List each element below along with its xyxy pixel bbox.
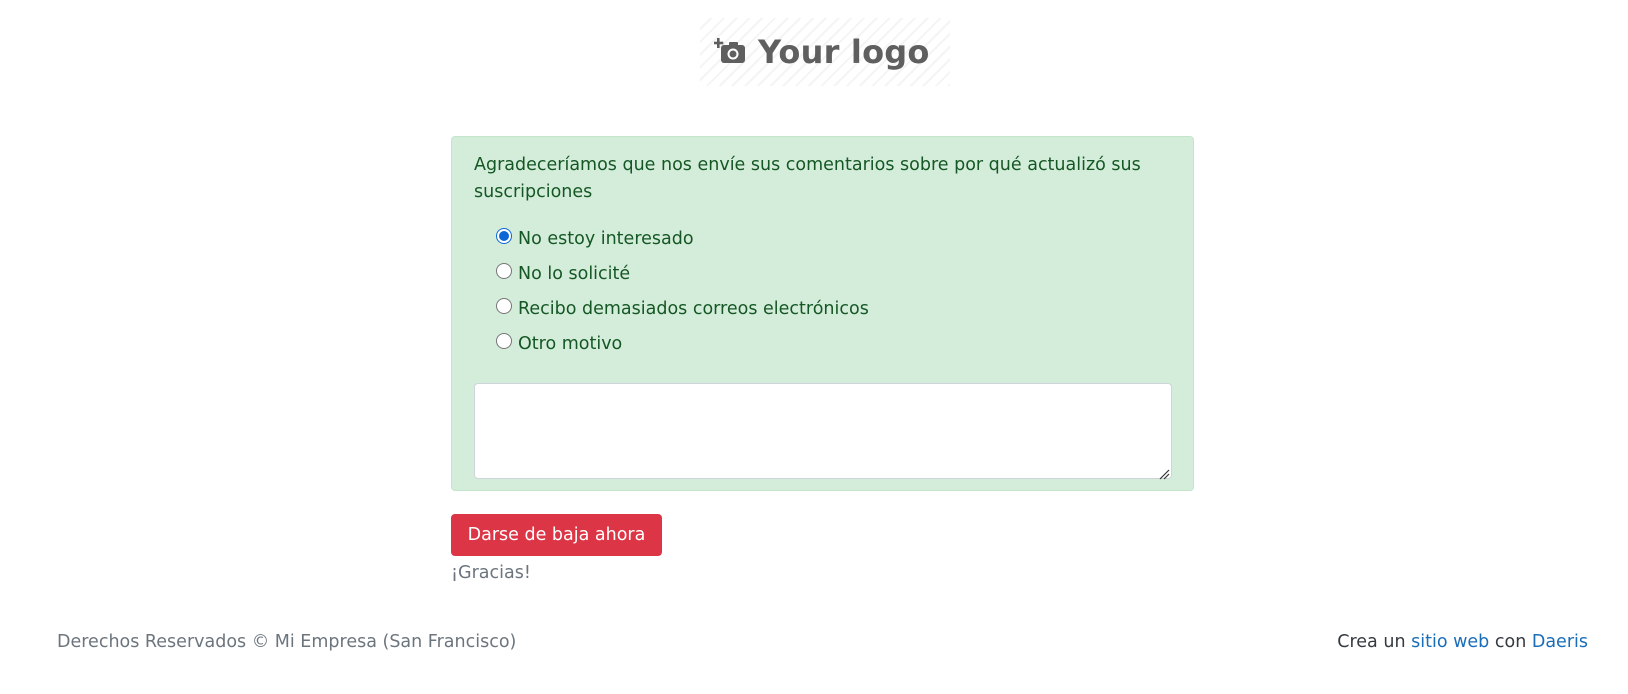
comment-textarea[interactable] (474, 383, 1172, 479)
footer-copyright: Derechos Reservados © Mi Empresa (San Fr… (57, 632, 517, 652)
reason-option-other[interactable]: Otro motivo (496, 326, 869, 361)
reason-label: No estoy interesado (518, 228, 694, 249)
feedback-prompt: Agradeceríamos que nos envíe sus comenta… (474, 155, 1141, 202)
reason-label: No lo solicité (518, 263, 631, 284)
feedback-panel: Agradeceríamos que nos envíe sus comenta… (451, 136, 1194, 491)
credit-middle: con (1494, 632, 1527, 652)
logo-text: Your logo (758, 33, 930, 71)
reason-option-too-many-emails[interactable]: Recibo demasiados correos electrónicos (496, 291, 869, 326)
radio-too-many-emails[interactable] (496, 297, 512, 314)
radio-not-requested[interactable] (496, 262, 512, 279)
reason-label: Recibo demasiados correos electrónicos (518, 298, 869, 319)
unsubscribe-button[interactable]: Darse de baja ahora (451, 514, 662, 556)
daeris-link[interactable]: Daeris (1532, 632, 1588, 652)
credit-prefix: Crea un (1337, 632, 1406, 652)
reason-option-not-requested[interactable]: No lo solicité (496, 256, 869, 291)
website-link[interactable]: sitio web (1411, 632, 1489, 652)
reason-option-not-interested[interactable]: No estoy interesado (496, 221, 869, 256)
footer-credit: Crea un sitio web con Daeris (1337, 632, 1588, 652)
logo: Your logo (700, 18, 950, 86)
reason-options: No estoy interesado No lo solicité Recib… (496, 221, 869, 361)
add-photo-camera-icon (713, 35, 748, 69)
radio-other[interactable] (496, 332, 512, 349)
thanks-text: ¡Gracias! (451, 563, 531, 583)
reason-label: Otro motivo (518, 333, 623, 354)
textarea-resize-handle-icon[interactable] (1158, 465, 1170, 480)
radio-not-interested[interactable] (496, 227, 512, 244)
